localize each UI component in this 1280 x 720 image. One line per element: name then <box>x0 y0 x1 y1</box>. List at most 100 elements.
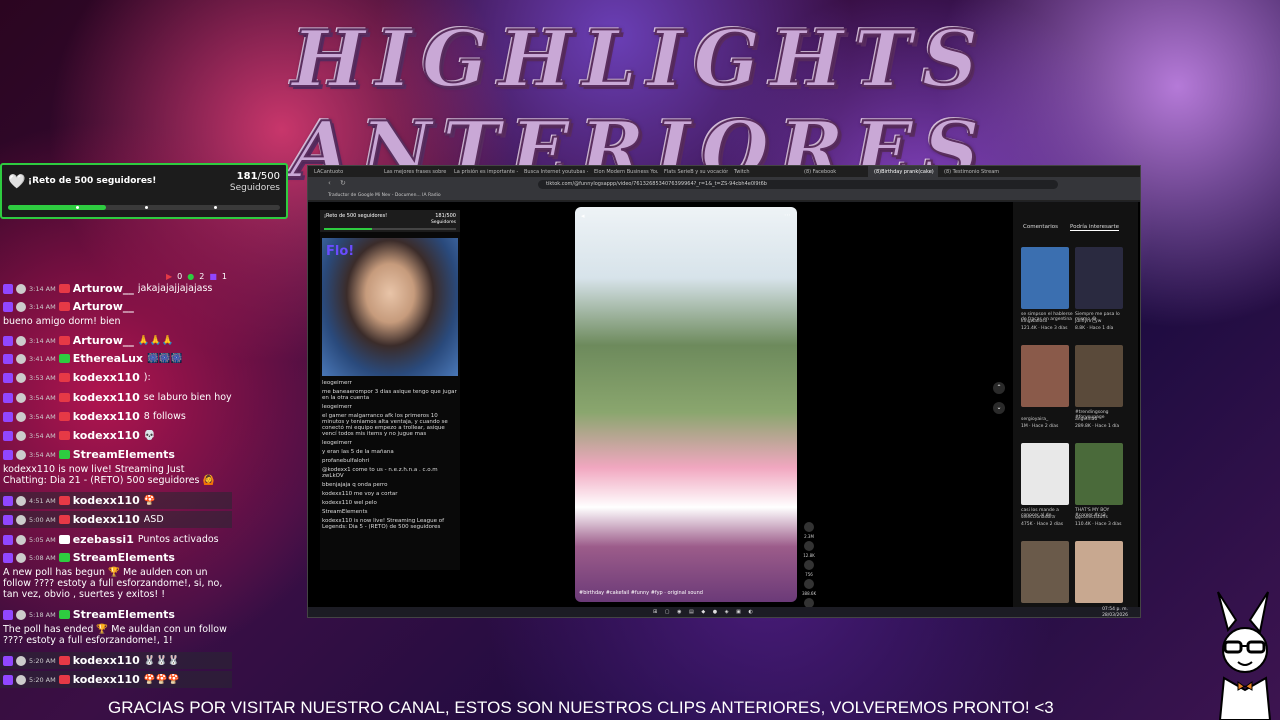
chat-message: 5:05 AM ezebassi1 Puntos activados <box>0 531 232 548</box>
browser-tab[interactable]: (8) Facebook <box>798 166 868 177</box>
video-action-button[interactable] <box>804 541 814 551</box>
avatar <box>16 301 26 312</box>
twitch-icon <box>3 514 13 525</box>
message-time: 3:41 AM <box>29 354 56 363</box>
twitch-icon <box>3 655 13 666</box>
back-icon[interactable]: ‹ <box>328 179 331 187</box>
chat-message: 5:08 AM StreamElements <box>0 549 232 566</box>
tiktok-video[interactable]: ◂ ⋯ #birthday #cakefail #funny #fyp · or… <box>575 207 797 602</box>
video-thumbnail[interactable] <box>1075 345 1123 407</box>
goal-title: ¡Reto de 500 seguidores! <box>28 176 157 186</box>
chat-text: Puntos activados <box>137 533 219 545</box>
clock-date: 28/03/2026 <box>1102 612 1128 618</box>
message-time: 5:20 AM <box>29 656 56 665</box>
video-thumbnail[interactable] <box>1021 541 1069 603</box>
avatar <box>16 411 26 422</box>
avatar <box>16 674 26 685</box>
nested-chat-line: StreamElements <box>322 509 368 515</box>
browser-tab[interactable]: Twitch <box>728 166 798 177</box>
chat-text: jakajajajjajajass <box>137 282 213 294</box>
avatar <box>16 283 26 294</box>
nested-goal-count: 181/500 <box>435 213 456 219</box>
heart-icon: 🤍 <box>8 174 26 190</box>
video-thumbnail[interactable] <box>1021 247 1069 309</box>
video-action-button[interactable] <box>804 579 814 589</box>
video-thumbnail[interactable] <box>1075 247 1123 309</box>
video-thumbnail[interactable] <box>1075 443 1123 505</box>
chat-username: StreamElements <box>72 607 175 621</box>
thumbnail-user: sergioyaira_ <box>1021 417 1049 422</box>
twitch-icon <box>3 534 13 545</box>
badge-icon <box>58 553 70 562</box>
twitch-icon <box>3 411 13 422</box>
chat-message: 5:18 AM StreamElements <box>0 606 232 623</box>
video-thumbnail[interactable] <box>1021 345 1069 407</box>
avatar <box>16 392 26 403</box>
chat-message: 3:14 AM Arturow__ jakajajajjajajass <box>0 280 232 297</box>
browser-tab[interactable]: La prisión es importante - LNMars <box>448 166 518 177</box>
video-action-count: 2.3M <box>804 534 814 539</box>
video-caption: #birthday #cakefail #funny #fyp · origin… <box>579 590 703 596</box>
chat-message: 3:14 AM Arturow__ <box>0 298 232 315</box>
message-time: 3:54 AM <box>29 412 56 421</box>
volume-icon[interactable]: ◂ <box>581 212 585 220</box>
thumbnail-stats: 121.4K · Hace 3 días <box>1021 326 1068 331</box>
chat-message-plain: kodexx110 is now live! Streaming Just Ch… <box>3 464 215 486</box>
twitch-icon <box>3 392 13 403</box>
screen-capture: LACantuotoLas mejores frases sobre la an… <box>307 165 1141 618</box>
chat-message: 5:20 AM kodexx110 🍄🍄🍄 <box>0 671 232 688</box>
nested-chat-line: leogeimerr <box>322 440 352 446</box>
thumbnail-user: angelina6 <box>1075 417 1098 422</box>
nested-goal-title: ¡Reto de 500 seguidores! <box>324 213 388 219</box>
video-action-button[interactable] <box>804 522 814 532</box>
video-thumbnail[interactable] <box>1021 443 1069 505</box>
avatar <box>16 372 26 383</box>
progress-marker <box>214 206 217 209</box>
message-time: 3:54 AM <box>29 431 56 440</box>
scroll-down-icon[interactable]: ⌄ <box>993 402 1005 414</box>
browser-tab[interactable]: (8) Testimonio Stream <box>938 166 1008 177</box>
twitch-icon <box>3 609 13 620</box>
badge-icon <box>58 302 70 311</box>
twitch-icon <box>3 495 13 506</box>
chat-message: 4:51 AM kodexx110 🍄 <box>0 492 232 509</box>
thumbnail-user: juliflynn_yw <box>1075 319 1102 324</box>
nested-chat-line: @kodexx1 come to us - n.e.z.h.n.a . c.o.… <box>322 467 438 479</box>
browser-tab[interactable]: Flats SerieB y su vocación por <box>658 166 728 177</box>
badge-icon <box>58 535 70 544</box>
progress-marker <box>76 206 79 209</box>
video-thumbnail[interactable] <box>1075 541 1123 603</box>
taskbar-apps[interactable]: ⊞ ▢ ◉ ▤ ◆ ● ◈ ▣ ◐ <box>653 609 756 615</box>
browser-tab[interactable]: Busca Internet youtubas - Canva <box>518 166 588 177</box>
message-time: 5:00 AM <box>29 515 56 524</box>
twitch-icon <box>3 430 13 441</box>
tab-comments[interactable]: Comentarios <box>1023 224 1058 231</box>
webcam-logo: Flo! <box>326 244 355 259</box>
tab-recommended[interactable]: Podría interesarte <box>1069 224 1119 231</box>
nested-chat-line: leogeimerr <box>322 404 352 410</box>
chat-message: 3:54 AM kodexx110 8 follows <box>0 408 232 425</box>
scroll-up-icon[interactable]: ⌃ <box>993 382 1005 394</box>
video-action-count: 756 <box>805 572 813 577</box>
browser-tab[interactable]: Elon Modern Business Youtube Ba <box>588 166 658 177</box>
twitch-icon <box>3 353 13 364</box>
avatar <box>16 552 26 563</box>
webcam-feed: Flo! <box>322 238 458 376</box>
message-time: 3:54 AM <box>29 450 56 459</box>
more-options-icon[interactable]: ⋯ <box>784 211 791 219</box>
browser-tab[interactable]: Las mejores frases sobre la ansied <box>378 166 448 177</box>
browser-tab[interactable]: (8)Birthday prank(cake) <box>868 166 938 177</box>
message-time: 3:14 AM <box>29 284 56 293</box>
video-action-button[interactable] <box>804 560 814 570</box>
recommendations-panel: Comentarios Podría interesarte se simpso… <box>1013 202 1138 607</box>
thumbnail-stats: 110.4K · Hace 3 días <box>1075 522 1122 527</box>
chat-text: 🐰🐰🐰 <box>143 654 180 666</box>
chat-message: 3:41 AM EthereaLux 🎆🎆🎆 <box>0 350 232 367</box>
chat-text: 💀 <box>143 429 156 441</box>
reload-icon[interactable]: ↻ <box>340 179 346 187</box>
windows-taskbar: ⊞ ▢ ◉ ▤ ◆ ● ◈ ▣ ◐ 07:54 p. m. 28/03/2026 <box>308 607 1140 618</box>
browser-tab[interactable]: LACantuoto <box>308 166 378 177</box>
avatar <box>16 335 26 346</box>
address-bar[interactable]: tiktok.com/@funnylogsappp/video/76132685… <box>538 180 1058 189</box>
message-time: 5:20 AM <box>29 675 56 684</box>
